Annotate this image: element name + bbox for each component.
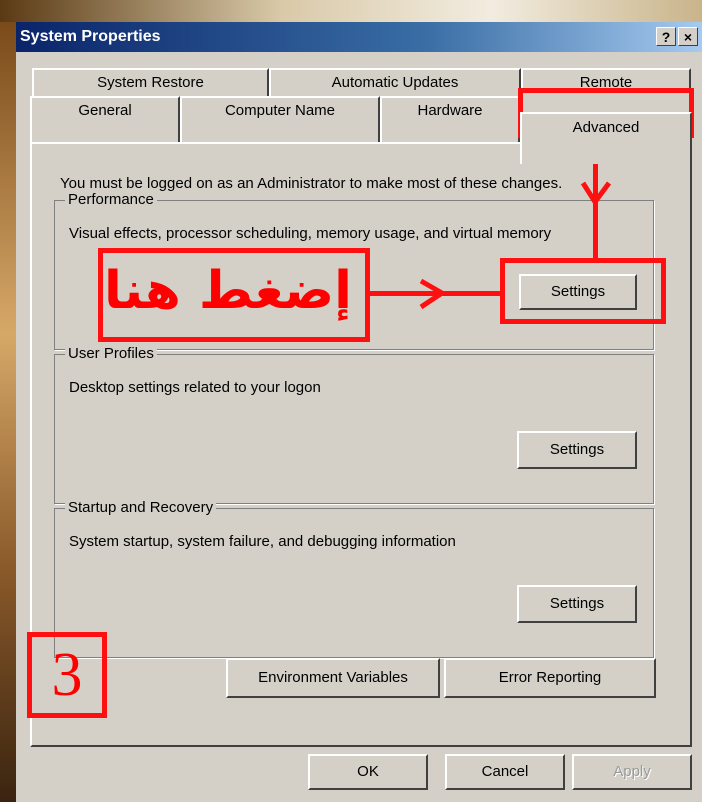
tab-automatic-updates[interactable]: Automatic Updates	[269, 68, 521, 96]
tab-hardware-label: Hardware	[417, 102, 483, 119]
system-properties-window: System Properties ? × System Restore Aut…	[16, 22, 702, 802]
performance-description: Visual effects, processor scheduling, me…	[69, 225, 552, 242]
apply-button[interactable]: Apply	[572, 754, 692, 790]
arrow-right-head-icon	[419, 278, 447, 310]
user-profiles-settings-button[interactable]: Settings	[517, 431, 637, 469]
close-button[interactable]: ×	[678, 27, 698, 46]
desktop-background	[0, 0, 702, 22]
tab-general-label: General	[78, 102, 132, 119]
startup-recovery-description: System startup, system failure, and debu…	[69, 533, 456, 550]
startup-recovery-settings-button[interactable]: Settings	[517, 585, 637, 623]
settings-button-highlight-box	[500, 258, 666, 324]
environment-variables-button[interactable]: Environment Variables	[226, 658, 440, 698]
user-profiles-description: Desktop settings related to your logon	[69, 379, 321, 396]
desktop-background-edge	[0, 22, 16, 802]
tab-advanced[interactable]: Advanced	[520, 112, 692, 164]
tab-general[interactable]: General	[30, 96, 180, 144]
startup-recovery-group: Startup and Recovery System startup, sys…	[54, 499, 654, 658]
window-title: System Properties	[20, 28, 161, 45]
tab-hardware[interactable]: Hardware	[380, 96, 520, 144]
cancel-button[interactable]: Cancel	[445, 754, 565, 790]
step-number-label: 3	[27, 632, 107, 718]
performance-label: Performance	[65, 191, 157, 208]
tab-computer-name[interactable]: Computer Name	[180, 96, 380, 144]
arrow-down-head-icon	[580, 181, 612, 207]
click-here-arabic-label: إضغط هنا	[103, 261, 352, 321]
tab-system-restore[interactable]: System Restore	[32, 68, 269, 96]
user-profiles-group: User Profiles Desktop settings related t…	[54, 345, 654, 504]
startup-recovery-label: Startup and Recovery	[65, 499, 217, 516]
title-bar[interactable]: System Properties ? ×	[16, 22, 702, 52]
tab-computer-name-label: Computer Name	[224, 102, 336, 119]
ok-button[interactable]: OK	[308, 754, 428, 790]
user-profiles-label: User Profiles	[65, 345, 157, 362]
help-button[interactable]: ?	[656, 27, 676, 46]
admin-notice: You must be logged on as an Administrato…	[60, 175, 563, 192]
error-reporting-button[interactable]: Error Reporting	[444, 658, 656, 698]
